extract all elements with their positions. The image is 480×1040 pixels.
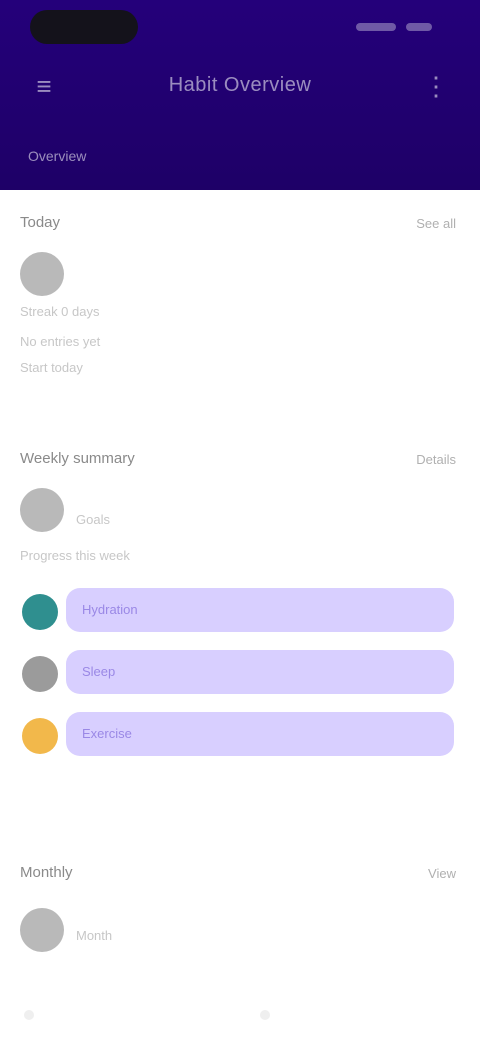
habit-label: Hydration: [82, 602, 138, 617]
monthly-meta: Month: [76, 928, 113, 943]
today-line-1: Streak 0 days: [20, 304, 100, 319]
progress-row[interactable]: Sleep: [22, 650, 454, 694]
status-icons: [356, 18, 456, 36]
habit-dot-icon: [22, 718, 58, 754]
weekly-meta: Goals: [76, 512, 110, 527]
progress-bar: [66, 650, 454, 694]
section-title: Weekly summary: [20, 450, 135, 467]
progress-row[interactable]: Hydration: [22, 588, 454, 632]
avatar: [20, 488, 64, 532]
divider-mark: [24, 1010, 34, 1020]
section-today: Today See all Streak 0 days No entries y…: [0, 200, 480, 410]
divider-mark: [260, 1010, 270, 1020]
progress-row[interactable]: Exercise: [22, 712, 454, 756]
avatar: [20, 252, 64, 296]
habit-label: Exercise: [82, 726, 132, 741]
more-icon[interactable]: ⋮: [416, 66, 456, 106]
signal-icon: [356, 22, 396, 31]
header-subtitle: Overview: [28, 148, 87, 164]
weekly-meta-2: Progress this week: [20, 548, 130, 563]
habit-label: Sleep: [82, 664, 116, 679]
details-link[interactable]: Details: [416, 452, 456, 467]
today-line-3: Start today: [20, 360, 83, 375]
section-title: Monthly: [20, 864, 73, 881]
avatar: [20, 908, 64, 952]
see-all-link[interactable]: See all: [416, 216, 456, 231]
app-header: ≡ Habit Overview ⋮ Overview: [0, 0, 480, 190]
section-title: Today: [20, 214, 61, 231]
today-line-2: No entries yet: [20, 334, 101, 349]
page-title: Habit Overview: [168, 74, 312, 96]
section-weekly: Weekly summary Details Goals Progress th…: [0, 430, 480, 790]
status-pill: [30, 10, 138, 44]
habit-dot-icon: [22, 656, 58, 692]
view-link[interactable]: View: [428, 866, 456, 881]
section-monthly: Monthly View Month: [0, 840, 480, 1040]
habit-dot-icon: [22, 594, 58, 630]
battery-icon: [406, 22, 433, 31]
